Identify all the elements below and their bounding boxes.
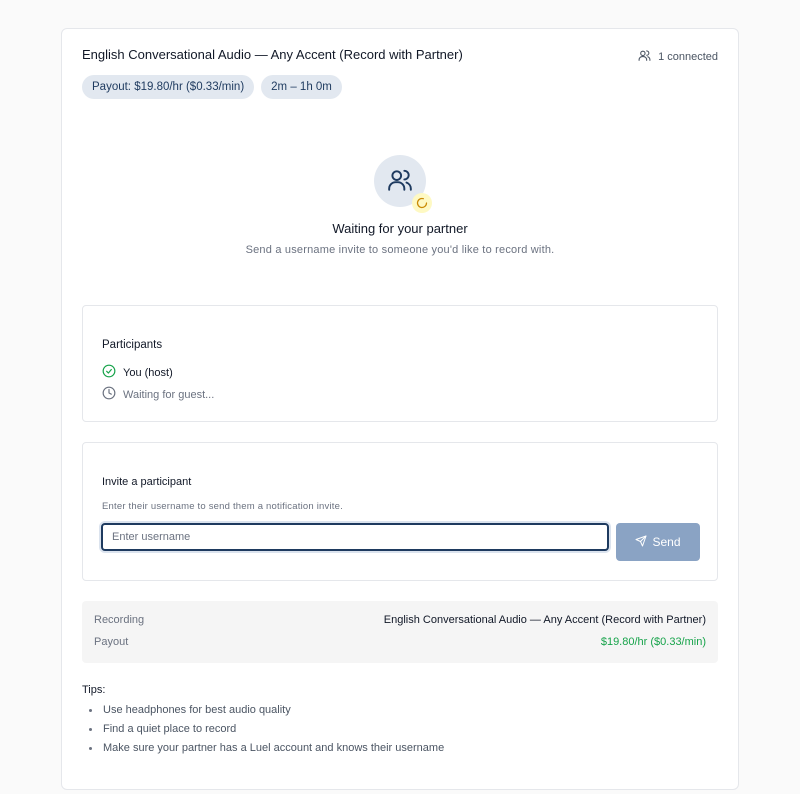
tips-section: Tips: Use headphones for best audio qual… xyxy=(82,684,718,761)
username-input[interactable] xyxy=(101,523,609,551)
clock-icon xyxy=(102,386,116,403)
invite-panel: Invite a participant Enter their usernam… xyxy=(82,442,718,581)
loading-spinner-icon xyxy=(412,193,432,213)
send-invite-button[interactable]: Send xyxy=(616,523,700,561)
send-icon xyxy=(635,535,647,550)
participant-guest-label: Waiting for guest... xyxy=(123,388,215,401)
waiting-subtitle: Send a username invite to someone you'd … xyxy=(245,244,555,256)
invite-title: Invite a participant xyxy=(102,476,192,488)
participant-host: You (host) xyxy=(102,364,173,381)
invite-subtitle: Enter their username to send them a noti… xyxy=(102,501,343,512)
tips-list: Use headphones for best audio quality Fi… xyxy=(82,704,718,761)
recording-session-card: English Conversational Audio — Any Accen… xyxy=(61,28,739,790)
session-summary: Recording English Conversational Audio —… xyxy=(82,601,718,663)
recording-value: English Conversational Audio — Any Accen… xyxy=(383,614,706,626)
participant-host-label: You (host) xyxy=(123,366,173,379)
connected-text: 1 connected xyxy=(658,51,718,63)
waiting-title: Waiting for your partner xyxy=(332,221,468,236)
participants-title: Participants xyxy=(102,339,163,351)
tip-item: Make sure your partner has a Luel accoun… xyxy=(82,742,718,761)
waiting-section: Waiting for your partner Send a username… xyxy=(62,155,738,256)
session-header: English Conversational Audio — Any Accen… xyxy=(82,47,718,67)
tip-item: Find a quiet place to record xyxy=(82,723,718,742)
payout-label: Payout xyxy=(94,636,129,648)
session-pills: Payout: $19.80/hr ($0.33/min) 2m – 1h 0m xyxy=(82,75,342,99)
tips-title: Tips: xyxy=(82,684,106,696)
connected-count: 1 connected xyxy=(638,49,718,65)
users-icon xyxy=(638,49,651,65)
users-icon xyxy=(387,167,413,196)
session-title: English Conversational Audio — Any Accen… xyxy=(82,47,463,62)
partner-avatar xyxy=(374,155,432,213)
check-circle-icon xyxy=(102,364,116,381)
tip-item: Use headphones for best audio quality xyxy=(82,704,718,723)
duration-pill: 2m – 1h 0m xyxy=(261,75,342,99)
payout-value: $19.80/hr ($0.33/min) xyxy=(600,636,706,648)
recording-label: Recording xyxy=(94,614,145,626)
summary-recording-row: Recording English Conversational Audio —… xyxy=(94,614,706,626)
participant-guest: Waiting for guest... xyxy=(102,386,214,403)
participants-panel: Participants You (host) Waiting for gues… xyxy=(82,305,718,422)
send-label: Send xyxy=(652,535,681,549)
payout-pill: Payout: $19.80/hr ($0.33/min) xyxy=(82,75,255,99)
summary-payout-row: Payout $19.80/hr ($0.33/min) xyxy=(94,636,706,648)
